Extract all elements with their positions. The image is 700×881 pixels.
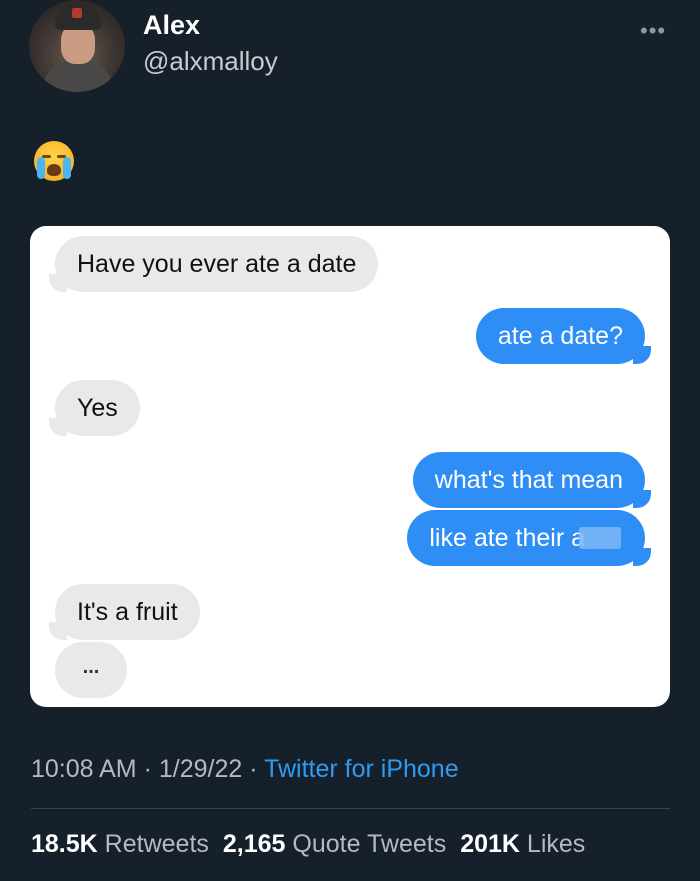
emoji-tear (63, 157, 71, 179)
message-bubble-received: Yes (49, 380, 140, 436)
display-name[interactable]: Alex (143, 10, 200, 41)
likes-count: 201K (460, 830, 520, 858)
meta-separator: · (143, 755, 152, 783)
message-bubble-received: Have you ever ate a date (48, 236, 379, 292)
tweet-metadata: 10:08 AM · 1/29/22 · Twitter for iPhone (31, 755, 459, 784)
loudly-crying-face-icon (34, 141, 74, 181)
redaction-blur (579, 527, 621, 549)
avatar-body (43, 60, 113, 92)
tweet-source-link[interactable]: Twitter for iPhone (264, 755, 459, 783)
message-bubble-sent: like ate their a (407, 510, 651, 566)
likes-label: Likes (526, 830, 586, 858)
message-bubble-sent: what's that mean (412, 452, 652, 508)
emoji-mouth (47, 164, 61, 176)
tweet-time[interactable]: 10:08 AM (31, 755, 137, 783)
retweets-label: Retweets (104, 830, 209, 858)
user-handle[interactable]: @alxmalloy (143, 46, 278, 77)
retweets-count: 18.5K (31, 830, 98, 858)
attached-image[interactable]: Have you ever ate a date ate a date? Yes… (30, 226, 670, 707)
tweet: Alex @alxmalloy ••• Have you ever ate a … (0, 0, 700, 881)
likes-stat[interactable]: 201K Likes (460, 830, 585, 858)
message-text: like ate their a (429, 524, 585, 552)
tweet-stats: 18.5K Retweets 2,165 Quote Tweets 201K Lik… (31, 830, 585, 859)
quote-tweets-label: Quote Tweets (292, 830, 447, 858)
tweet-date[interactable]: 1/29/22 (159, 755, 242, 783)
emoji-tear (37, 157, 45, 179)
avatar[interactable] (29, 0, 125, 92)
quote-tweets-count: 2,165 (222, 830, 286, 858)
quote-tweets-stat[interactable]: 2,165 Quote Tweets (223, 830, 446, 858)
message-bubble-sent: ate a date? (475, 308, 652, 364)
typing-indicator: ... (55, 642, 127, 698)
message-bubble-received: It's a fruit (49, 584, 200, 640)
meta-separator: · (249, 755, 258, 783)
divider (31, 808, 670, 809)
retweets-stat[interactable]: 18.5K Retweets (31, 830, 209, 858)
avatar-face (61, 24, 95, 64)
avatar-cap-logo (72, 8, 82, 18)
more-options-icon[interactable]: ••• (640, 18, 666, 44)
